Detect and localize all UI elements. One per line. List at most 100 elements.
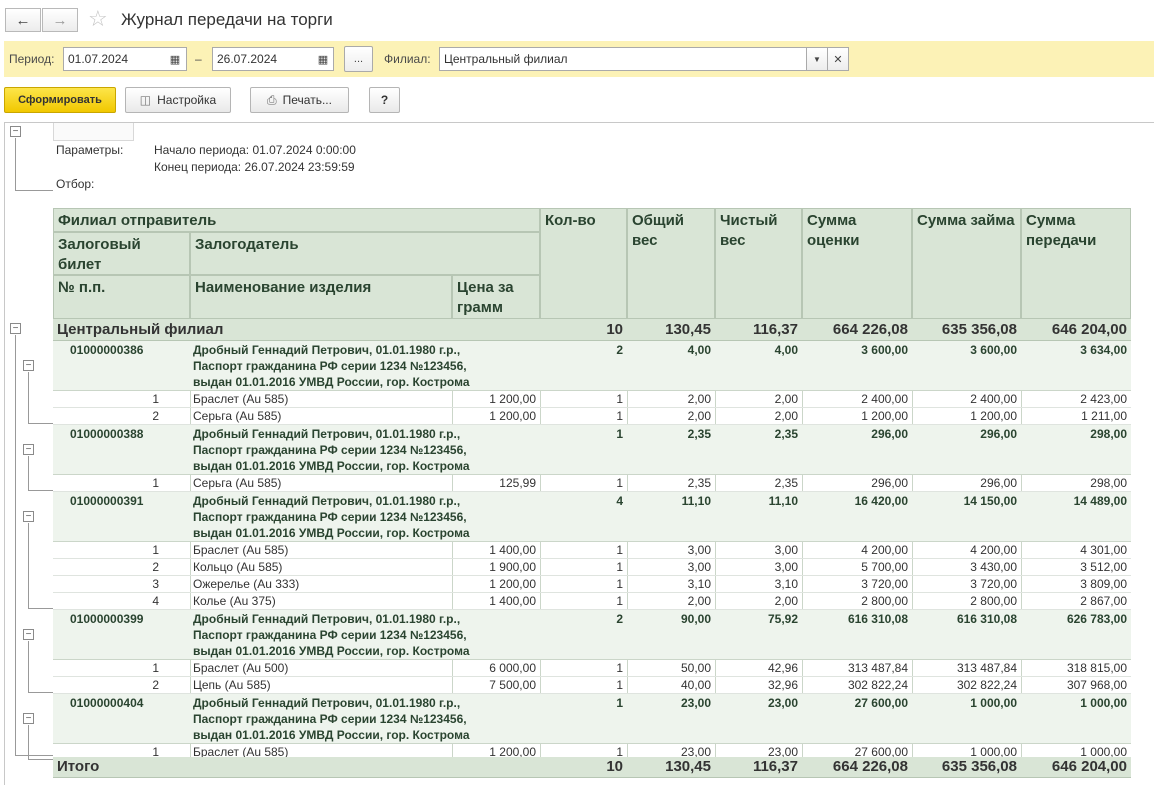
collapse-icon[interactable]: − (23, 713, 34, 724)
item-price: 1 900,00 (489, 560, 536, 574)
ticket-loan: 616 310,08 (956, 612, 1017, 626)
item-name: Браслет (Au 585) (193, 543, 289, 557)
help-button[interactable]: ? (369, 87, 400, 113)
ticket-qty: 2 (616, 612, 623, 626)
collapse-icon[interactable]: − (10, 323, 21, 334)
clear-icon[interactable]: ✕ (827, 47, 849, 71)
item-loan: 2 400,00 (970, 392, 1017, 406)
report-title-cell (53, 123, 134, 141)
item-gross: 2,00 (687, 392, 711, 406)
collapse-icon[interactable]: − (23, 511, 34, 522)
star-icon[interactable]: ☆ (88, 6, 108, 32)
ticket-loan: 1 000,00 (970, 696, 1017, 710)
ticket-row: 01000000386 Дробный Геннадий Петрович, 01… (53, 341, 1131, 391)
item-price: 1 200,00 (489, 409, 536, 423)
item-row: 1 Браслет (Au 500) 6 000,00 1 50,00 42,96 313 … (53, 660, 1131, 677)
item-net: 42,96 (767, 661, 798, 675)
ticket-number: 01000000399 (70, 612, 144, 626)
pledger-line: Паспорт гражданина РФ серии 1234 №123456… (193, 712, 467, 726)
pledger-line: Дробный Геннадий Петрович, 01.01.1980 г.… (193, 343, 461, 357)
ticket-appraisal: 27 600,00 (854, 696, 908, 710)
collapse-icon[interactable]: − (23, 629, 34, 640)
ticket-transfer: 1 000,00 (1080, 696, 1127, 710)
ticket-number: 01000000386 (70, 343, 144, 357)
ticket-net: 11,10 (768, 494, 798, 508)
item-number: 1 (152, 661, 159, 675)
ticket-loan: 3 600,00 (970, 343, 1017, 357)
item-net: 2,00 (774, 392, 798, 406)
item-loan: 3 430,00 (970, 560, 1017, 574)
item-price: 6 000,00 (489, 661, 536, 675)
header-net-weight: Чистый вес (715, 208, 802, 319)
item-loan: 302 822,24 (956, 678, 1017, 692)
back-button[interactable]: ← (5, 8, 41, 32)
item-appraisal: 302 822,24 (847, 678, 908, 692)
group-appraisal: 664 226,08 (832, 321, 908, 338)
ticket-appraisal: 296,00 (871, 427, 908, 441)
item-row: 3 Ожерелье (Au 333) 1 200,00 1 3,10 3,10 3 720… (53, 576, 1131, 593)
forward-button[interactable]: → (42, 8, 78, 32)
pledger-line: Дробный Геннадий Петрович, 01.01.1980 г.… (193, 696, 461, 710)
pledger-line: выдан 01.01.2016 УМВД России, гор. Костр… (193, 644, 470, 658)
period-select-button[interactable]: ... (344, 46, 373, 72)
generate-button[interactable]: Сформировать (4, 87, 116, 113)
item-transfer: 298,00 (1090, 476, 1127, 490)
item-price: 1 400,00 (489, 594, 536, 608)
settings-icon: ◫ (139, 93, 152, 107)
item-price: 1 200,00 (489, 392, 536, 406)
item-name: Браслет (Au 585) (193, 392, 289, 406)
item-number: 3 (152, 577, 159, 591)
item-appraisal: 1 200,00 (861, 409, 908, 423)
ticket-row: 01000000391 Дробный Геннадий Петрович, 01… (53, 492, 1131, 542)
date-from-value: 01.07.2024 (68, 52, 129, 66)
item-gross: 40,00 (680, 678, 711, 692)
total-transfer: 646 204,00 (1051, 758, 1127, 775)
collapse-icon[interactable]: − (10, 126, 21, 137)
group-net: 116,37 (752, 321, 798, 338)
item-transfer: 318 815,00 (1066, 661, 1127, 675)
ticket-qty: 1 (616, 696, 623, 710)
item-net: 2,00 (774, 594, 798, 608)
ticket-row: 01000000399 Дробный Геннадий Петрович, 01… (53, 610, 1131, 660)
print-label: Печать... (282, 93, 332, 107)
group-loan: 635 356,08 (941, 321, 1017, 338)
filter-label: Отбор: (56, 177, 95, 191)
calendar-icon[interactable]: ▦ (164, 47, 186, 71)
item-name: Ожерелье (Au 333) (193, 577, 300, 591)
branch-field[interactable]: Центральный филиал (439, 47, 829, 71)
pledger-line: Дробный Геннадий Петрович, 01.01.1980 г.… (193, 427, 461, 441)
pledger-line: Паспорт гражданина РФ серии 1234 №123456… (193, 510, 467, 524)
print-button[interactable]: ⎙ Печать... (250, 87, 349, 113)
item-qty: 1 (616, 678, 623, 692)
ticket-transfer: 3 634,00 (1080, 343, 1127, 357)
item-net: 3,10 (774, 577, 798, 591)
item-row: 1 Браслет (Au 585) 1 200,00 1 2,00 2,00 2 400,… (53, 391, 1131, 408)
collapse-icon[interactable]: − (23, 360, 34, 371)
item-loan: 1 200,00 (970, 409, 1017, 423)
ticket-number: 01000000391 (70, 494, 144, 508)
item-number: 2 (152, 678, 159, 692)
total-gross: 130,45 (665, 758, 711, 775)
calendar-icon[interactable]: ▦ (312, 47, 334, 71)
header-qty: Кол-во (540, 208, 627, 319)
item-transfer: 3 512,00 (1080, 560, 1127, 574)
item-row: 2 Цепь (Au 585) 7 500,00 1 40,00 32,96 302 822… (53, 677, 1131, 694)
item-number: 2 (152, 409, 159, 423)
settings-button[interactable]: ◫ Настройка (125, 87, 231, 113)
dropdown-chevron-icon[interactable]: ▼ (806, 47, 828, 71)
item-appraisal: 2 800,00 (861, 594, 908, 608)
header-appraisal: Сумма оценки (802, 208, 912, 319)
item-name: Кольцо (Au 585) (193, 560, 283, 574)
item-row: 1 Серьга (Au 585) 125,99 1 2,35 2,35 296,00 296… (53, 475, 1131, 492)
page-title: Журнал передачи на торги (121, 10, 333, 29)
item-appraisal: 2 400,00 (861, 392, 908, 406)
collapse-icon[interactable]: − (23, 444, 34, 455)
params-label: Параметры: (56, 143, 124, 157)
ticket-loan: 296,00 (980, 427, 1017, 441)
item-gross: 3,00 (687, 543, 711, 557)
item-name: Браслет (Au 500) (193, 661, 289, 675)
item-name: Серьга (Au 585) (193, 409, 282, 423)
item-name: Колье (Au 375) (193, 594, 276, 608)
pledger-line: выдан 01.01.2016 УМВД России, гор. Костр… (193, 728, 470, 742)
pledger-line: Дробный Геннадий Петрович, 01.01.1980 г.… (193, 612, 461, 626)
